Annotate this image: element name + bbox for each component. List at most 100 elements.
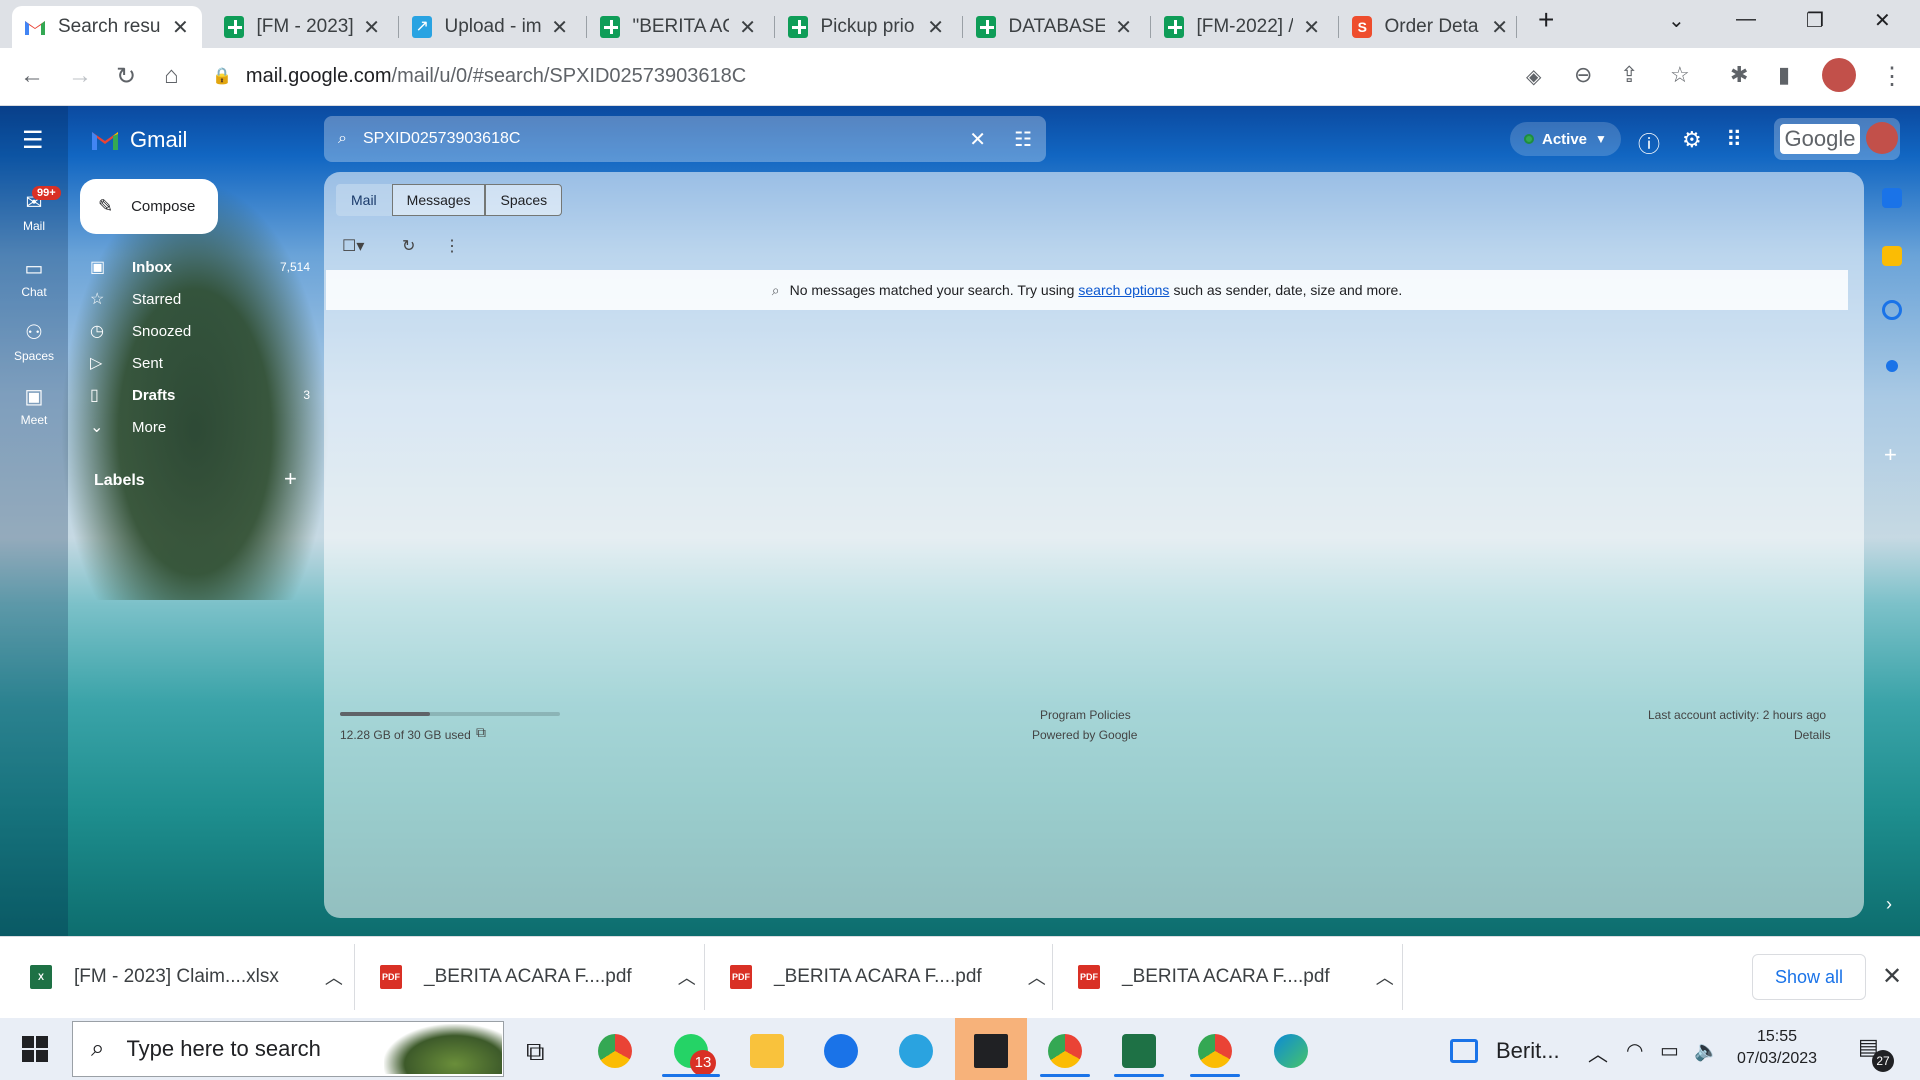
tab-gmail-search[interactable]: Search resu ✕ (12, 6, 202, 48)
tab-order-detail[interactable]: S Order Deta ✕ (1340, 6, 1520, 48)
wifi-icon[interactable]: ◠ (1626, 1038, 1643, 1063)
details-link[interactable]: Details (1794, 728, 1831, 742)
close-icon[interactable]: ✕ (1115, 15, 1132, 40)
tab-fm-2023[interactable]: [FM - 2023] ✕ (212, 6, 392, 48)
edge-taskbar-icon[interactable] (1274, 1034, 1308, 1068)
chrome-menu-icon[interactable]: ⋮ (1880, 62, 1904, 91)
show-all-downloads-button[interactable]: Show all (1752, 954, 1866, 1000)
close-downloads-icon[interactable]: ✕ (1882, 962, 1902, 991)
account-avatar[interactable] (1866, 122, 1898, 154)
compose-button[interactable]: ✎ Compose (80, 179, 218, 234)
clear-search-icon[interactable]: ✕ (969, 127, 986, 152)
tab-pickup-prio[interactable]: Pickup prio ✕ (776, 6, 956, 48)
tab-upload[interactable]: ↗ Upload - im ✕ (400, 6, 580, 48)
side-panel-icon[interactable]: ▮ (1778, 62, 1790, 88)
rail-meet[interactable]: ▣ Meet (0, 384, 68, 427)
chrome-taskbar-icon[interactable] (598, 1034, 632, 1068)
new-tab-plus-icon[interactable]: + (1538, 4, 1554, 36)
refresh-icon[interactable]: ↻ (402, 236, 415, 256)
windows-start-icon[interactable] (22, 1036, 48, 1062)
nav-more[interactable]: ⌄ More (90, 411, 310, 443)
close-icon[interactable]: ✕ (363, 15, 380, 40)
keep-icon[interactable] (1882, 246, 1902, 266)
chevron-up-icon[interactable]: ︿ (1028, 964, 1046, 990)
main-menu-icon[interactable]: ☰ (22, 126, 44, 155)
tab-search-chevron-icon[interactable]: ⌄ (1668, 8, 1685, 33)
tab-mail[interactable]: Mail (336, 184, 392, 216)
help-icon[interactable]: ⓘ (1638, 127, 1660, 159)
tab-fm-2022[interactable]: [FM-2022] / ✕ (1152, 6, 1332, 48)
close-icon[interactable]: ✕ (739, 15, 756, 40)
download-item[interactable]: X [FM - 2023] Claim....xlsx ︿ (30, 956, 343, 998)
excel-taskbar-icon[interactable] (1122, 1034, 1156, 1068)
close-icon[interactable]: ✕ (1491, 15, 1508, 40)
extension-diamond-icon[interactable]: ◈ (1526, 64, 1541, 89)
file-explorer-icon[interactable] (750, 1034, 784, 1068)
chrome-profile2-taskbar-icon[interactable] (1198, 1034, 1232, 1068)
volume-icon[interactable]: 🔈 (1694, 1038, 1719, 1063)
add-label-icon[interactable]: + (284, 466, 297, 492)
restore-icon[interactable]: ❐ (1806, 8, 1824, 33)
open-external-icon[interactable]: ⧉ (476, 724, 486, 741)
back-arrow-icon[interactable]: ← (20, 62, 44, 90)
sticky-notes-taskbar-icon[interactable] (974, 1034, 1008, 1068)
mail-search-bar[interactable]: ⌕ SPXID02573903618C ✕ ☷ (324, 116, 1046, 162)
nav-sent[interactable]: ▷ Sent (90, 347, 310, 379)
download-item[interactable]: PDF _BERITA ACARA F....pdf ︿ (730, 956, 1046, 998)
search-input[interactable]: SPXID02573903618C (363, 130, 969, 148)
tab-spaces[interactable]: Spaces (485, 184, 563, 216)
taskbar-clock[interactable]: 15:55 07/03/2023 (1732, 1026, 1822, 1070)
window-close-icon[interactable]: ✕ (1874, 8, 1891, 33)
zoom-out-icon[interactable]: ⊖ (1574, 62, 1592, 88)
rail-chat[interactable]: ▭ Chat (0, 256, 68, 299)
extensions-puzzle-icon[interactable]: ✱ (1730, 62, 1748, 88)
download-item[interactable]: PDF _BERITA ACARA F....pdf ︿ (1078, 956, 1394, 998)
tab-berita-acara[interactable]: "BERITA AC ✕ (588, 6, 768, 48)
nav-inbox[interactable]: ▣ Inbox 7,514 (90, 251, 310, 283)
close-icon[interactable]: ✕ (927, 15, 944, 40)
notification-center[interactable]: ▤ 27 (1858, 1034, 1894, 1072)
tab-database[interactable]: DATABASE ✕ (964, 6, 1144, 48)
apps-grid-icon[interactable]: ⠿ (1726, 127, 1742, 153)
forward-arrow-icon[interactable]: → (68, 62, 92, 90)
nav-snoozed[interactable]: ◷ Snoozed (90, 315, 310, 347)
tasks-icon[interactable] (1882, 300, 1902, 320)
chevron-up-icon[interactable]: ︿ (678, 964, 696, 990)
get-addons-plus-icon[interactable]: + (1884, 442, 1897, 468)
search-icon[interactable]: ⌕ (338, 130, 347, 148)
address-bar[interactable]: 🔒 mail.google.com /mail/u/0/#search/SPXI… (212, 56, 1512, 96)
search-options-link[interactable]: search options (1078, 282, 1169, 298)
reload-icon[interactable]: ↻ (116, 62, 136, 91)
tray-chevron-up-icon[interactable]: ︿ (1588, 1038, 1608, 1067)
tab-messages[interactable]: Messages (391, 184, 486, 216)
telegram-taskbar-icon[interactable] (899, 1034, 933, 1068)
messenger-taskbar-icon[interactable] (824, 1034, 858, 1068)
calendar-icon[interactable] (1882, 188, 1902, 208)
minimize-icon[interactable]: — (1736, 8, 1756, 31)
chrome-profile-taskbar-icon[interactable] (1048, 1034, 1082, 1068)
task-view-icon[interactable]: ⧉ (526, 1036, 545, 1068)
expand-side-panel-icon[interactable]: › (1886, 894, 1892, 915)
rail-spaces[interactable]: ⚇ Spaces (0, 320, 68, 363)
search-options-icon[interactable]: ☷ (1014, 127, 1032, 152)
select-checkbox-icon[interactable]: ☐▾ (342, 236, 364, 256)
close-icon[interactable]: ✕ (172, 15, 189, 40)
share-icon[interactable]: ⇪ (1620, 62, 1638, 88)
profile-avatar[interactable] (1822, 58, 1856, 92)
contacts-icon[interactable] (1886, 360, 1898, 372)
close-icon[interactable]: ✕ (1303, 15, 1320, 40)
home-icon[interactable]: ⌂ (164, 62, 179, 90)
bookmark-star-icon[interactable]: ☆ (1670, 62, 1690, 88)
chevron-up-icon[interactable]: ︿ (1376, 964, 1394, 990)
gmail-logo[interactable]: Gmail (90, 122, 187, 158)
gear-icon[interactable]: ⚙ (1682, 127, 1702, 153)
download-item[interactable]: PDF _BERITA ACARA F....pdf ︿ (380, 956, 696, 998)
close-icon[interactable]: ✕ (551, 15, 568, 40)
nav-drafts[interactable]: ▯ Drafts 3 (90, 379, 310, 411)
nav-starred[interactable]: ☆ Starred (90, 283, 310, 315)
more-options-icon[interactable]: ⋮ (444, 236, 460, 256)
program-policies-link[interactable]: Program Policies (1040, 708, 1131, 722)
chevron-up-icon[interactable]: ︿ (325, 964, 343, 990)
status-active-button[interactable]: Active ▼ (1510, 122, 1621, 156)
widgets-button[interactable]: Berit... (1450, 1038, 1560, 1064)
